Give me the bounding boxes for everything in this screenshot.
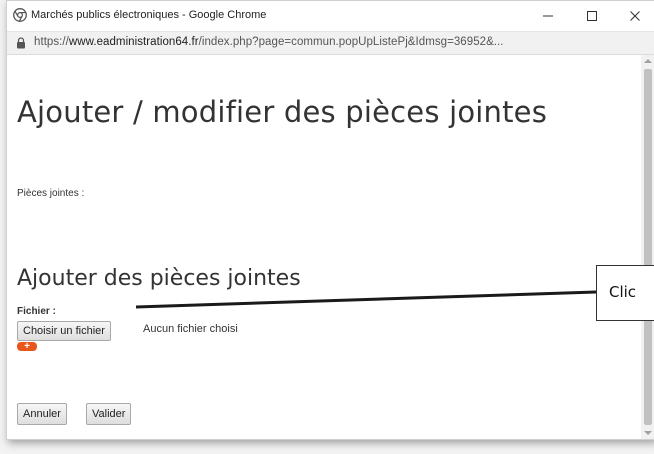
scroll-thumb[interactable] bbox=[644, 69, 652, 425]
maximize-button[interactable] bbox=[574, 3, 610, 29]
page-title: Ajouter / modifier des pièces jointes bbox=[17, 95, 548, 129]
window-title: Marchés publics électroniques - Google C… bbox=[31, 9, 267, 21]
url-text[interactable]: https://www.eadministration64.fr/index.p… bbox=[34, 36, 504, 48]
minimize-button[interactable] bbox=[530, 3, 566, 29]
choose-file-button[interactable]: Choisir un fichier bbox=[17, 321, 111, 341]
scroll-up-arrow[interactable] bbox=[644, 59, 652, 63]
file-label: Fichier : bbox=[17, 306, 56, 317]
lock-icon bbox=[17, 37, 25, 49]
validate-button[interactable]: Valider bbox=[86, 403, 132, 425]
maximize-icon bbox=[587, 11, 597, 21]
url-path: /index.php?page=commun.popUpListePj&Idms… bbox=[198, 36, 504, 48]
add-section-title: Ajouter des pièces jointes bbox=[17, 266, 301, 291]
page-content: Ajouter / modifier des pièces jointes Pi… bbox=[7, 55, 641, 439]
cancel-button[interactable]: Annuler bbox=[17, 403, 67, 425]
chrome-icon bbox=[13, 8, 27, 22]
plus-icon: + bbox=[24, 341, 30, 352]
address-bar[interactable]: https://www.eadministration64.fr/index.p… bbox=[7, 32, 654, 55]
add-file-button[interactable]: + bbox=[17, 341, 37, 352]
close-icon bbox=[630, 11, 640, 21]
callout-text: Clic bbox=[609, 283, 637, 301]
url-host: www.eadministration64.fr bbox=[68, 36, 199, 48]
browser-window: Marchés publics électroniques - Google C… bbox=[6, 0, 654, 440]
scroll-down-arrow[interactable] bbox=[644, 431, 652, 435]
vertical-scrollbar[interactable] bbox=[641, 55, 654, 439]
attachments-label: Pièces jointes : bbox=[17, 188, 85, 199]
no-file-chosen-text: Aucun fichier choisi bbox=[143, 323, 238, 335]
minimize-icon bbox=[543, 15, 553, 17]
title-bar: Marchés publics électroniques - Google C… bbox=[7, 1, 654, 32]
annotation-callout: Clic bbox=[596, 265, 654, 321]
close-button[interactable] bbox=[617, 3, 653, 29]
url-scheme: https:// bbox=[34, 36, 69, 48]
